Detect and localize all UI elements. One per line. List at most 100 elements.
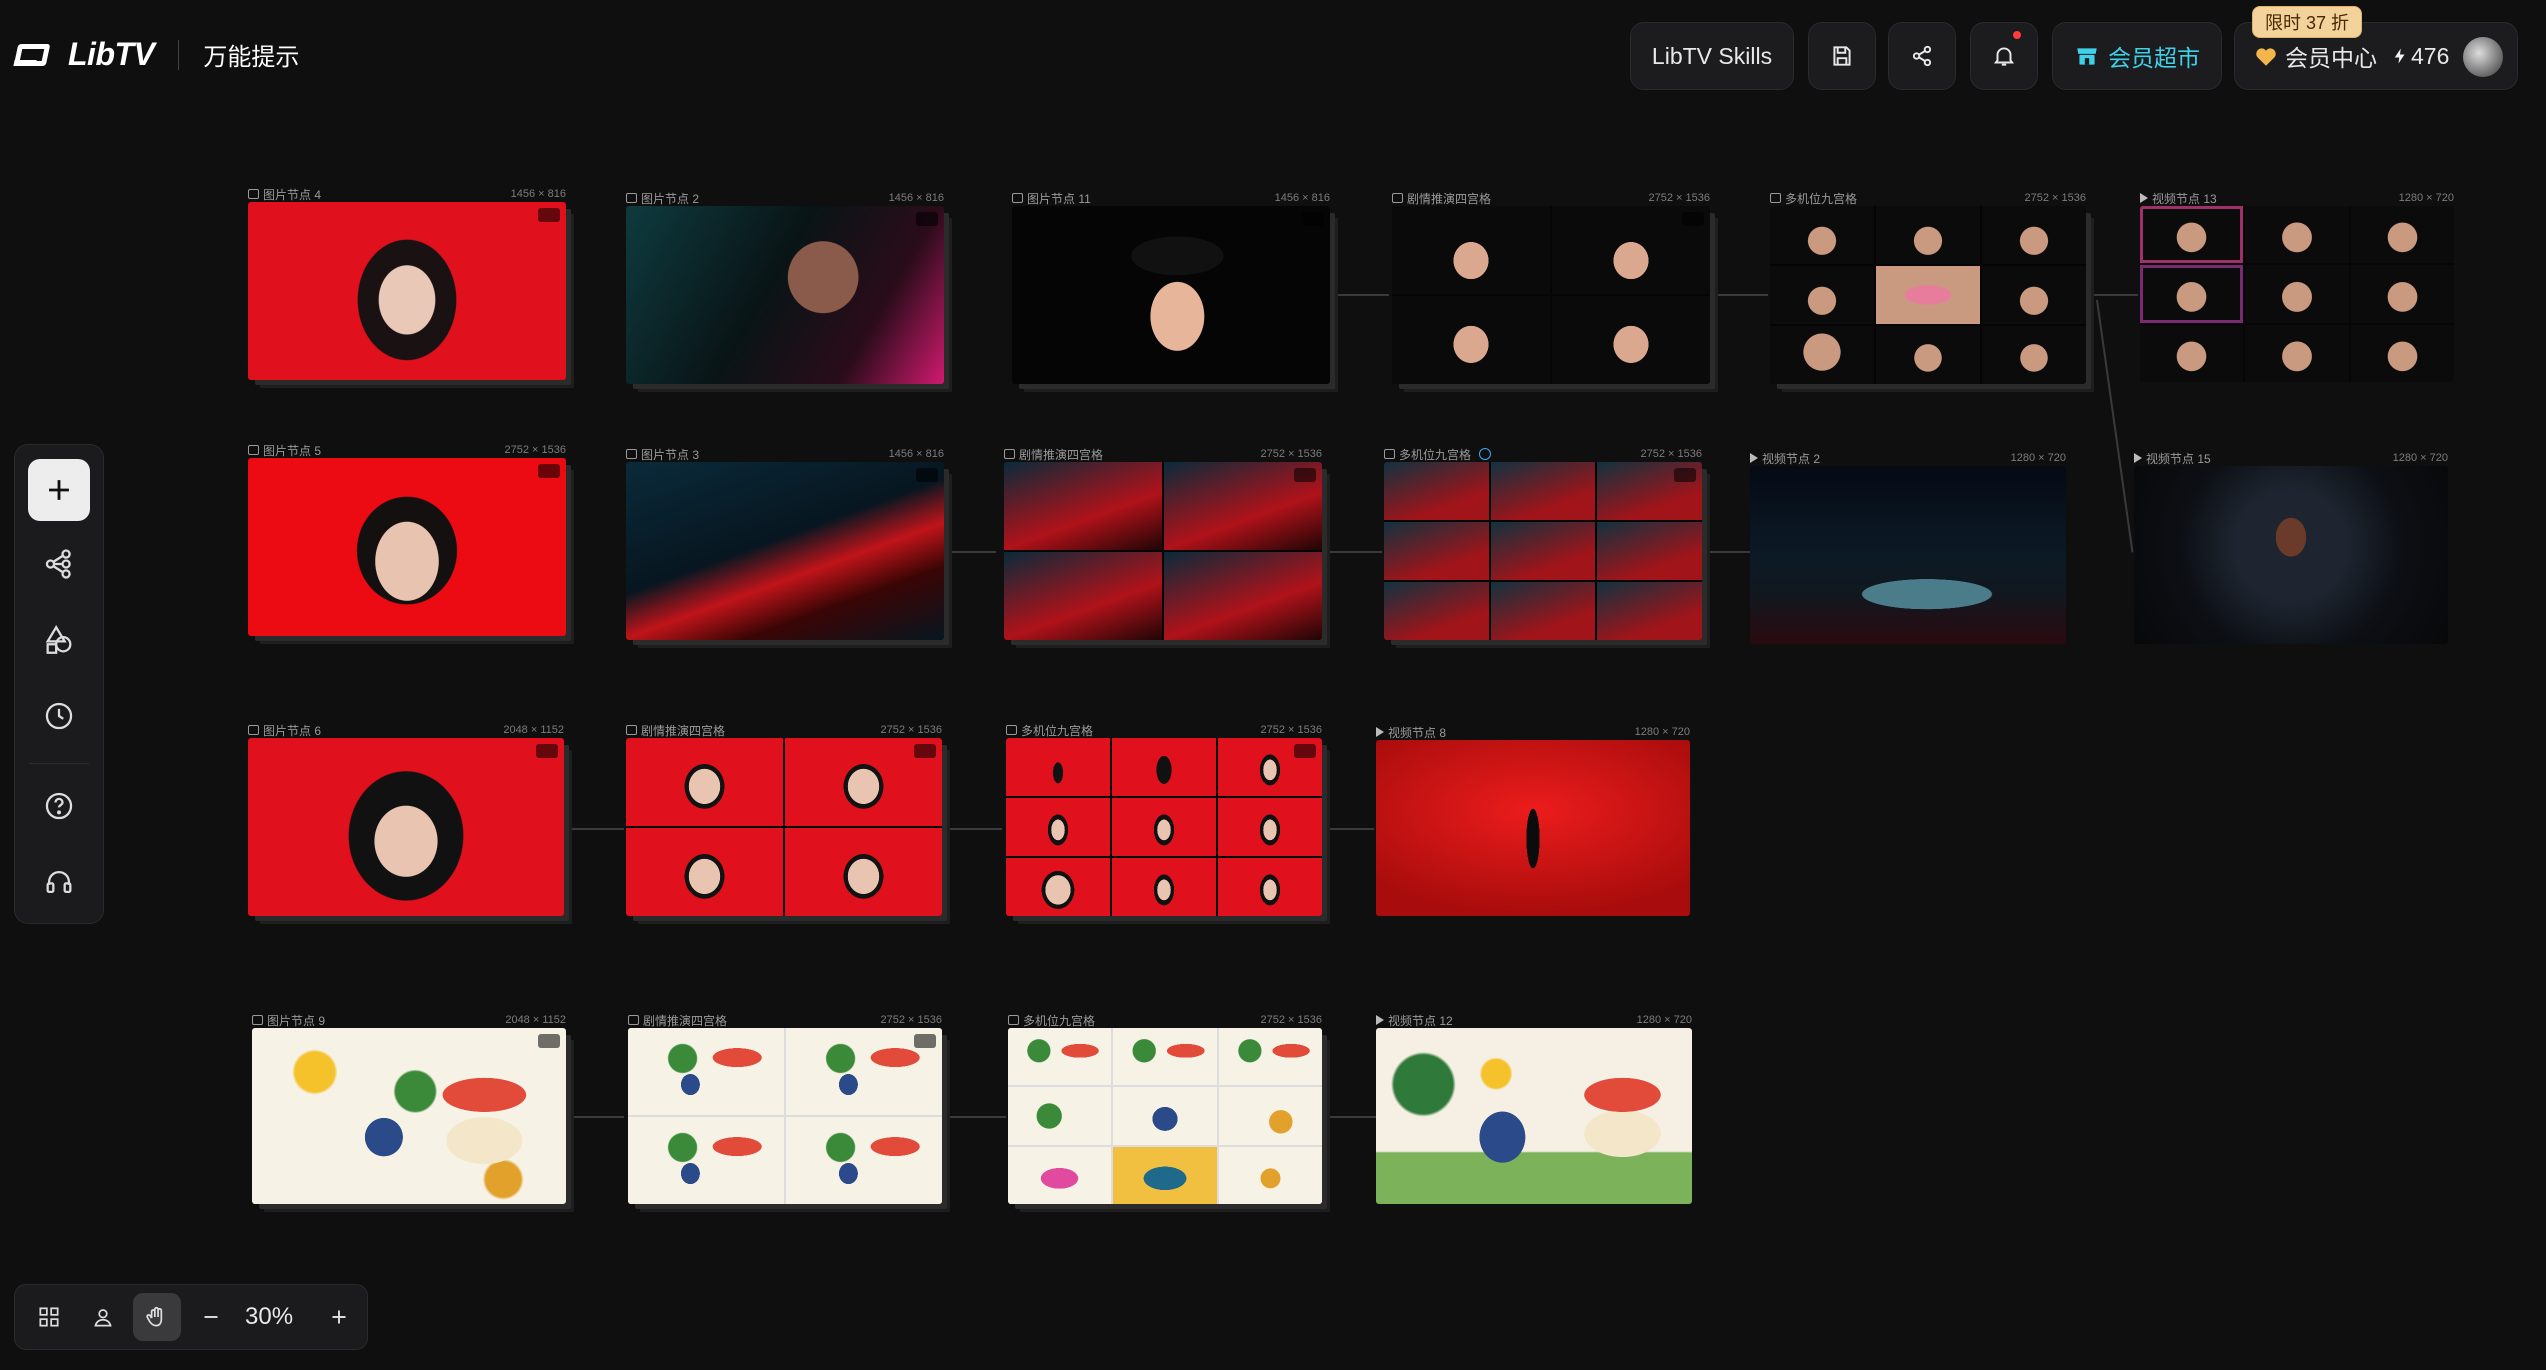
connection-line [1326,551,1382,553]
notifications-button[interactable] [1970,22,2038,90]
node-title: 图片节点 5 [263,443,322,458]
node-image [1008,1028,1322,1204]
node-image [248,738,564,916]
logo-text: LibTV [68,36,155,72]
hd-badge [1302,212,1324,226]
page-title[interactable]: 万能提示 [203,37,299,72]
image-node-icon [252,1015,263,1025]
connection-line [568,828,624,830]
canvas-node[interactable]: 图片节点 5 2752 × 1536 [248,444,566,636]
video-node-icon [2140,193,2148,203]
canvas-node[interactable]: 图片节点 3 1456 × 816 [626,448,944,640]
image-node-icon [1004,449,1015,459]
node-video [1376,1028,1692,1204]
canvas-node[interactable]: 视频节点 2 1280 × 720 [1750,452,2066,644]
canvas-node[interactable]: 视频节点 13 1280 × 720 [2140,192,2454,382]
grid-icon [39,1307,59,1327]
node-dimensions: 1280 × 720 [2010,452,2066,464]
history-button[interactable] [28,685,90,747]
node-image [252,1028,566,1204]
image-node-icon [1012,193,1023,203]
canvas-node[interactable]: 剧情推演四宫格 2752 × 1536 [1004,448,1322,640]
canvas-node[interactable]: 图片节点 2 1456 × 816 [626,192,944,384]
skills-button[interactable]: LibTV Skills [1630,22,1794,90]
canvas-node[interactable]: 图片节点 9 2048 × 1152 [252,1014,566,1204]
node-image [626,738,942,916]
member-center-label: 会员中心 [2285,45,2377,71]
connection-line [1326,828,1374,830]
canvas-node[interactable]: 视频节点 15 1280 × 720 [2134,452,2448,644]
image-node-icon [248,445,259,455]
share-button[interactable] [1888,22,1956,90]
support-button[interactable] [28,851,90,913]
title-divider [178,39,180,70]
node-title: 剧情推演四宫格 [641,723,726,738]
storyboard-grid [1392,206,1710,384]
hd-badge [1674,468,1696,482]
avatar[interactable] [2463,37,2503,77]
video-node-icon [1376,1015,1384,1025]
node-title: 图片节点 3 [641,447,700,462]
node-title: 剧情推演四宫格 [643,1013,728,1028]
node-dimensions: 1456 × 816 [510,188,566,200]
hd-badge [538,464,560,478]
hd-badge [538,208,560,222]
plus-icon [49,480,69,500]
node-dimensions: 1456 × 816 [1274,192,1330,204]
node-title: 多机位九宫格 [1023,1013,1096,1028]
locate-button[interactable] [79,1293,127,1341]
member-store-button[interactable]: 会员超市 [2052,22,2222,90]
node-dimensions: 2752 × 1536 [1260,448,1322,460]
zoom-toolbar: 30% [14,1284,368,1350]
node-dimensions: 2752 × 1536 [1640,448,1702,460]
hd-badge [914,1034,936,1048]
node-dimensions: 2048 × 1152 [505,1014,566,1026]
canvas-node[interactable]: 多机位九宫格 2752 × 1536 [1384,448,1702,640]
minus-icon [204,1316,218,1318]
node-dimensions: 1280 × 720 [1634,726,1690,738]
image-node-icon [626,449,637,459]
assets-button[interactable] [28,609,90,671]
image-node-icon [626,193,637,203]
canvas-node[interactable]: 图片节点 6 2048 × 1152 [248,724,564,916]
node-dimensions: 2752 × 1536 [880,1014,942,1026]
pan-tool-button[interactable] [133,1293,181,1341]
zoom-out-button[interactable] [187,1293,235,1341]
bell-icon [1993,47,2015,66]
node-dimensions: 1280 × 720 [1636,1014,1692,1026]
zoom-in-button[interactable] [315,1293,363,1341]
hd-badge [916,212,938,226]
connection-line [1706,551,1752,553]
help-button[interactable] [28,775,90,837]
node-title: 视频节点 8 [1388,725,1447,740]
node-image [248,202,566,380]
add-node-button[interactable] [28,459,90,521]
connection-line [1712,294,1768,296]
node-title: 图片节点 6 [263,723,322,738]
save-button[interactable] [1808,22,1876,90]
canvas-node[interactable]: 视频节点 12 1280 × 720 [1376,1014,1692,1204]
canvas-node[interactable]: 图片节点 4 1456 × 816 [248,188,566,380]
canvas-node[interactable]: 多机位九宫格 2752 × 1536 [1008,1014,1322,1204]
bolt-icon [2394,48,2405,64]
node-title: 视频节点 13 [2152,191,2217,206]
logo[interactable]: LibTV 万能提示 [14,36,299,73]
node-title: 视频节点 2 [1762,451,1821,466]
node-video [2140,206,2454,382]
canvas-node[interactable]: 剧情推演四宫格 2752 × 1536 [628,1014,942,1204]
canvas-node[interactable]: 剧情推演四宫格 2752 × 1536 [1392,192,1710,384]
canvas-node[interactable]: 多机位九宫格 2752 × 1536 [1006,724,1322,916]
node-dimensions: 2752 × 1536 [1260,1014,1322,1026]
overview-button[interactable] [25,1293,73,1341]
workflow-button[interactable] [28,533,90,595]
canvas-node[interactable]: 图片节点 11 1456 × 816 [1012,192,1330,384]
canvas-node[interactable]: 多机位九宫格 2752 × 1536 [1770,192,2086,384]
connection-line [1326,1116,1376,1118]
canvas-node[interactable]: 视频节点 8 1280 × 720 [1376,726,1690,916]
node-title: 剧情推演四宫格 [1019,447,1104,462]
hd-badge [536,744,558,758]
image-node-icon [628,1015,639,1025]
canvas-node[interactable]: 剧情推演四宫格 2752 × 1536 [626,724,942,916]
node-image [1012,206,1330,384]
notification-dot [2013,31,2021,39]
